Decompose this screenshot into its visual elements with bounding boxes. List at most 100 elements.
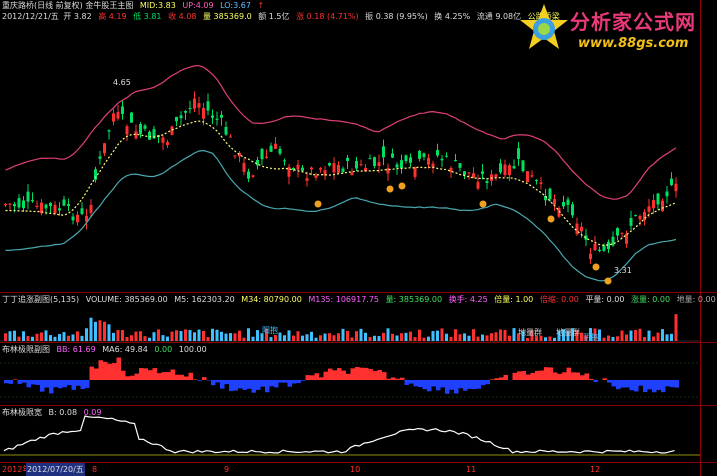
price-chart[interactable]: [0, 24, 700, 292]
boll-oscillator-bar: [440, 380, 445, 388]
boll-oscillator-chart[interactable]: [0, 355, 700, 405]
boll-oscillator-bar: [197, 380, 202, 381]
candle-body: [247, 171, 250, 179]
candle-body: [166, 142, 169, 146]
candle-body: [445, 155, 448, 157]
candle-body: [193, 98, 196, 109]
volume-bar: [355, 331, 358, 341]
yangbao-label: 阳抱: [262, 326, 278, 335]
candle-body: [526, 171, 529, 183]
boll-oscillator-bar: [629, 380, 634, 391]
boll-oscillator-bar: [314, 373, 319, 380]
boll-oscillator-bar: [364, 367, 369, 380]
candle-body: [458, 163, 462, 168]
boll-oscillator-bar: [224, 380, 229, 385]
boll-oscillator-bar: [526, 374, 531, 380]
candle-body: [530, 175, 534, 177]
buy-signal-icon: [314, 200, 322, 208]
boll-oscillator-bar: [40, 380, 45, 392]
chart-title: 重庆路桥(日线 前复权) 金牛股王主图: [2, 1, 134, 10]
boll-oscillator-bar: [319, 377, 324, 380]
boll-oscillator-bar: [301, 380, 306, 381]
candle-body: [593, 243, 597, 251]
volume-bar: [422, 337, 426, 341]
lo-label: LO:: [220, 1, 234, 10]
boll-oscillator-bar: [593, 380, 598, 383]
volume-bar: [427, 336, 430, 341]
candle-body: [521, 160, 525, 172]
volume-bar: [499, 329, 502, 341]
volume-bar: [661, 329, 664, 341]
m5-value: M5: 162303.20: [174, 295, 235, 304]
boll-oscillator-bar: [260, 380, 265, 387]
candle-body: [161, 137, 165, 143]
candle-body: [67, 204, 70, 207]
boll-oscillator-bar: [184, 376, 189, 380]
boll-oscillator-bar: [26, 380, 31, 388]
boll-oscillator-bar: [287, 380, 292, 387]
boll-oscillator-bar: [71, 380, 76, 390]
volume-bar: [620, 330, 624, 341]
volume-bar: [71, 334, 75, 341]
boll-oscillator-bar: [575, 372, 580, 380]
boll-oscillator-bar: [386, 378, 391, 380]
volume-bar: [184, 329, 187, 341]
volume-bar: [409, 331, 412, 341]
candle-body: [674, 183, 678, 192]
candle-body: [305, 178, 309, 181]
boll-oscillator-bar: [62, 380, 67, 388]
candle-body: [373, 157, 376, 167]
quote-close: 收 4.08: [168, 12, 197, 21]
candle-body: [427, 157, 430, 165]
boll-oscillator-bar: [503, 374, 508, 380]
candle-body: [89, 204, 93, 213]
volume-bar: [31, 336, 34, 341]
volume-bar: [193, 332, 196, 341]
yinbao-label: 阴抱: [583, 333, 599, 342]
boll-oscillator-bar: [8, 380, 13, 384]
boll-oscillator-bar: [373, 370, 378, 380]
boll-oscillator-bar: [611, 380, 616, 387]
boll-oscillator-bar: [4, 380, 9, 384]
boll-oscillator-bar: [22, 380, 27, 383]
boll-oscillator-bar: [310, 375, 315, 380]
volume-bar: [611, 336, 615, 341]
x-axis-label: 12: [590, 465, 601, 474]
boll-oscillator-bar: [179, 374, 184, 380]
volume-bar: [161, 335, 165, 341]
boll-width-chart[interactable]: [0, 415, 700, 460]
candle-body: [26, 191, 30, 202]
candle-body: [107, 130, 111, 132]
candle-body: [53, 204, 57, 214]
volume-bar: [548, 336, 552, 341]
boll-oscillator-bar: [553, 372, 558, 380]
candle-body: [341, 168, 345, 172]
boll-oscillator-bar: [44, 380, 49, 388]
boll-oscillator-bar: [557, 373, 562, 380]
candle-body: [296, 164, 300, 170]
volume-bar: [89, 317, 93, 341]
volume-bar: [278, 332, 282, 341]
candle-body: [76, 214, 79, 223]
boll-oscillator-bar: [548, 367, 553, 380]
boll-oscillator-bar: [76, 380, 81, 386]
candle-body: [98, 156, 102, 159]
boll-oscillator-bar: [107, 363, 112, 380]
boll-oscillator-bar: [94, 368, 99, 380]
volume-bar: [359, 328, 363, 341]
pane-separator-2: [0, 342, 717, 343]
volume-bar: [602, 337, 606, 341]
buy-signal-icon: [386, 185, 394, 193]
candle-body: [62, 199, 66, 206]
volume-bar: [368, 336, 372, 341]
boll-oscillator-bar: [247, 380, 252, 389]
boll-oscillator-bar: [634, 380, 639, 392]
candle-body: [589, 253, 592, 260]
candle-body: [359, 164, 363, 166]
candle-body: [476, 182, 480, 189]
candle-body: [580, 226, 583, 232]
x-axis: 2012年 2012/07/20/五 8 9 10 11 12: [0, 463, 717, 476]
candle-body: [548, 188, 552, 200]
volume-bar: [179, 331, 183, 341]
boll-oscillator-bar: [359, 367, 364, 380]
